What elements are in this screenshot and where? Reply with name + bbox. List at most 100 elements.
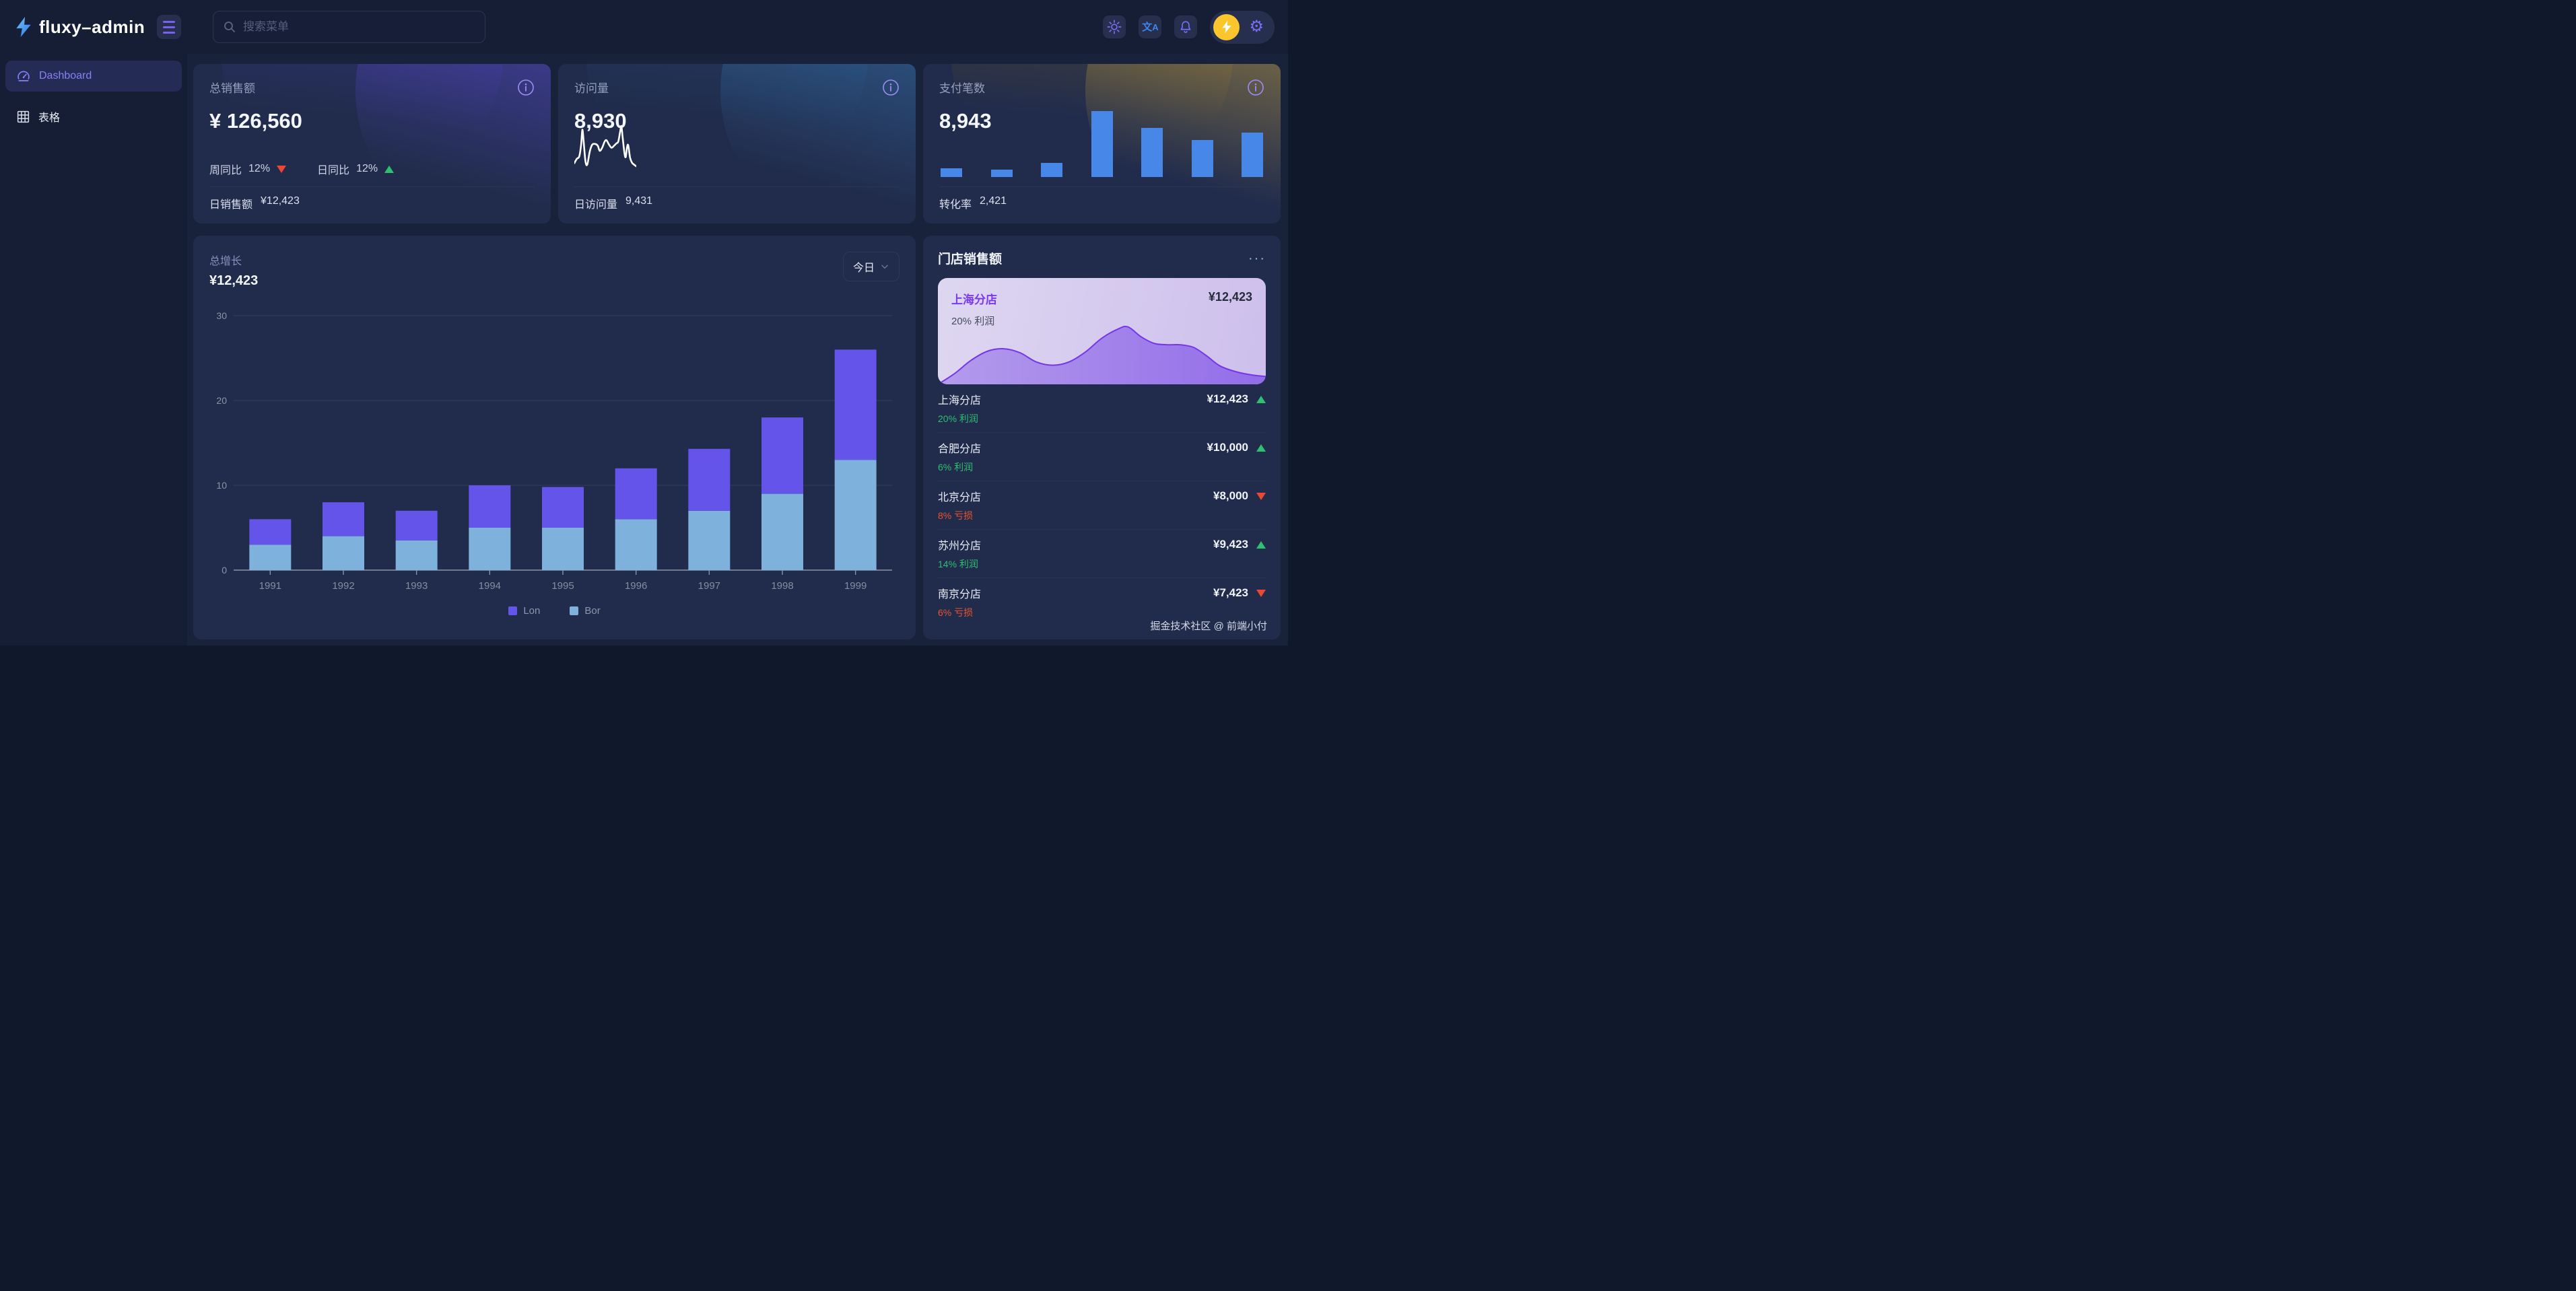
trend-down-icon	[1256, 493, 1266, 500]
chart-legend: Lon Bor	[209, 605, 900, 617]
legend-swatch	[508, 606, 517, 615]
gear-icon[interactable]: ⚙	[1249, 19, 1264, 35]
minibar-bar	[1091, 111, 1113, 177]
metric-value: 12%	[248, 163, 270, 175]
metric-value: 12%	[356, 163, 378, 175]
trend-up-icon	[384, 166, 394, 173]
gauge-icon	[16, 69, 31, 83]
search-box	[213, 11, 485, 43]
date-range-value: 今日	[853, 258, 875, 275]
store-name: 苏州分店	[938, 536, 981, 553]
card-payments: 支付笔数 8,943 转化率 2,421	[923, 64, 1281, 223]
more-options-icon[interactable]: ···	[1248, 256, 1266, 261]
daily-sales-value: ¥12,423	[261, 195, 300, 211]
metric-daily: 日同比 12%	[317, 161, 394, 177]
sidebar-item-table[interactable]: 表格	[5, 101, 182, 132]
app-root: fluxy–admin	[0, 0, 1288, 646]
trend-up-icon	[1256, 541, 1266, 549]
store-value: ¥9,423	[1213, 538, 1248, 551]
card-total-sales: 总销售额 ¥ 126,560 周同比 12% 日同比 12% 日销售额 ¥12,…	[193, 64, 551, 223]
avatar-lightning-icon	[1221, 20, 1232, 34]
conversion-value: 2,421	[980, 195, 1007, 211]
legend-item-lon[interactable]: Lon	[508, 605, 540, 617]
lightning-logo-icon	[15, 17, 32, 37]
sidebar-item-label: Dashboard	[39, 70, 92, 82]
theme-toggle-button[interactable]	[1103, 15, 1126, 38]
panel-store-sales: 门店销售额 ··· 上海分店 ¥12,423 20% 利润	[923, 236, 1281, 639]
info-icon[interactable]	[1247, 79, 1264, 98]
svg-text:0: 0	[222, 565, 227, 575]
featured-store-card[interactable]: 上海分店 ¥12,423 20% 利润	[938, 278, 1266, 384]
minibar-bar	[1041, 163, 1062, 177]
minibar-bar	[991, 170, 1013, 177]
conversion-label: 转化率	[939, 195, 972, 211]
info-icon[interactable]	[882, 79, 900, 98]
svg-text:1991: 1991	[259, 580, 281, 592]
store-row[interactable]: 北京分店 ¥8,000 8% 亏损	[938, 481, 1266, 530]
featured-store-name: 上海分店	[951, 290, 997, 307]
minibar-bar	[1141, 128, 1163, 178]
visits-sparkline-chart	[574, 112, 636, 174]
legend-label: Lon	[523, 605, 540, 617]
svg-text:1995: 1995	[551, 580, 574, 592]
store-profit-label: 6% 亏损	[938, 606, 1266, 619]
card-total-growth: 总增长 ¥12,423 今日 0102030199119921993199419…	[193, 236, 916, 639]
minibar-bar	[941, 168, 962, 177]
user-menu[interactable]: ⚙	[1210, 11, 1275, 44]
search-input[interactable]	[243, 20, 475, 34]
translate-icon: 文A	[1142, 22, 1158, 32]
date-range-dropdown[interactable]: 今日	[843, 252, 900, 281]
store-profit-label: 8% 亏损	[938, 509, 1266, 522]
card-title: 访问量	[574, 79, 609, 96]
topbar-actions: 文A ⚙	[1103, 11, 1288, 44]
svg-text:1992: 1992	[332, 580, 354, 592]
dashboard-content: 总销售额 ¥ 126,560 周同比 12% 日同比 12% 日销售额 ¥12,…	[187, 54, 1288, 646]
svg-text:1999: 1999	[844, 580, 867, 592]
credit-footer: 掘金技术社区 @ 前端小付	[1150, 619, 1267, 633]
store-name: 南京分店	[938, 585, 981, 601]
sidebar-toggle-button[interactable]	[157, 15, 181, 39]
trend-down-icon	[1256, 590, 1266, 597]
store-value: ¥7,423	[1213, 586, 1248, 600]
featured-store-area-chart	[938, 318, 1266, 384]
minibar-bar	[1242, 133, 1263, 177]
legend-label: Bor	[584, 605, 600, 617]
sidebar-item-dashboard[interactable]: Dashboard	[5, 61, 182, 92]
svg-text:1996: 1996	[625, 580, 647, 592]
store-name: 合肥分店	[938, 440, 981, 456]
bell-icon	[1178, 20, 1193, 34]
store-row[interactable]: 苏州分店 ¥9,423 14% 利润	[938, 530, 1266, 578]
svg-text:20: 20	[216, 395, 227, 406]
total-sales-value: ¥ 126,560	[209, 109, 535, 133]
topbar: fluxy–admin	[0, 0, 1288, 54]
store-value: ¥8,000	[1213, 489, 1248, 503]
trend-down-icon	[277, 166, 286, 173]
store-profit-label: 14% 利润	[938, 557, 1266, 571]
avatar[interactable]	[1213, 14, 1240, 40]
table-icon	[16, 110, 30, 124]
sidebar: Dashboard 表格	[0, 54, 187, 646]
daily-sales-label: 日销售额	[209, 195, 252, 211]
svg-text:1998: 1998	[771, 580, 793, 592]
store-name: 上海分店	[938, 391, 981, 407]
app-title: fluxy–admin	[39, 17, 145, 38]
trend-up-icon	[1256, 444, 1266, 452]
legend-swatch	[570, 606, 578, 615]
info-icon[interactable]	[517, 79, 535, 98]
store-list: 上海分店 ¥12,423 20% 利润 合肥分店 ¥10,000 6% 利润 北…	[938, 384, 1266, 626]
language-switch-button[interactable]: 文A	[1139, 15, 1161, 38]
legend-item-bor[interactable]: Bor	[570, 605, 600, 617]
notifications-button[interactable]	[1174, 15, 1197, 38]
card-title: 总销售额	[209, 79, 255, 96]
store-profit-label: 20% 利润	[938, 412, 1266, 425]
svg-text:1994: 1994	[479, 580, 501, 592]
daily-visits-label: 日访问量	[574, 195, 617, 211]
svg-text:30: 30	[216, 310, 227, 321]
store-value: ¥12,423	[1207, 392, 1248, 406]
store-row[interactable]: 上海分店 ¥12,423 20% 利润	[938, 384, 1266, 433]
store-row[interactable]: 合肥分店 ¥10,000 6% 利润	[938, 433, 1266, 481]
growth-value: ¥12,423	[209, 273, 258, 289]
daily-visits-value: 9,431	[625, 195, 652, 211]
stacked-bar-chart: 0102030199119921993199419951996199719981…	[209, 295, 899, 602]
divider	[574, 186, 900, 187]
